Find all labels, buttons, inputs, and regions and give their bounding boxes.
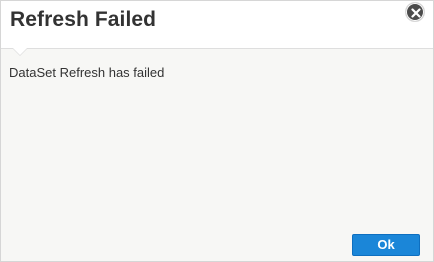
close-button[interactable] — [405, 2, 425, 22]
dialog-header: Refresh Failed — [1, 1, 433, 55]
refresh-failed-dialog: Refresh Failed DataSet Refresh has faile… — [0, 0, 434, 262]
ok-button[interactable]: Ok — [352, 234, 420, 256]
header-pointer — [13, 48, 27, 55]
close-icon — [411, 8, 421, 18]
dialog-title: Refresh Failed — [10, 8, 157, 31]
error-message: DataSet Refresh has failed — [9, 65, 165, 80]
